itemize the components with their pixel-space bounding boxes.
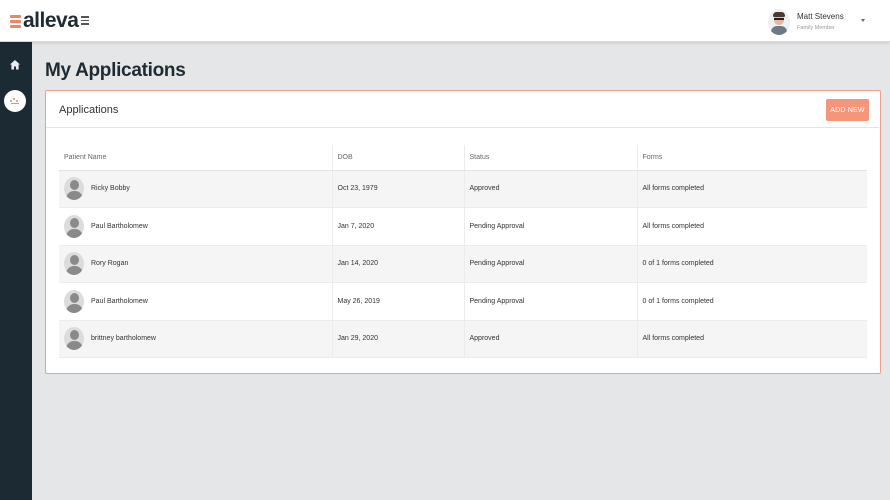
applications-nav-button[interactable] (4, 90, 26, 112)
column-header-status[interactable]: Status (463, 145, 637, 171)
application-status: Pending Approval (463, 207, 637, 246)
patient-dob: Oct 23, 1979 (331, 170, 464, 208)
user-info: Matt Stevens Family Member (797, 12, 844, 32)
application-status: Pending Approval (463, 245, 637, 283)
table-row[interactable]: Ricky Bobby Oct 23, 1979 Approved All fo… (59, 170, 867, 208)
table-row[interactable]: Rory Rogan Jan 14, 2020 Pending Approval… (59, 245, 867, 283)
forms-status[interactable]: All forms completed (636, 207, 867, 246)
home-icon[interactable] (9, 59, 21, 71)
patient-dob: Jan 7, 2020 (331, 207, 464, 246)
alleva-logo[interactable]: alleva (10, 9, 79, 33)
patient-dob: Jan 14, 2020 (331, 245, 464, 283)
application-status: Approved (463, 320, 637, 358)
applications-icon (10, 97, 20, 105)
forms-status[interactable]: 0 of 1 forms completed (636, 282, 867, 321)
person-silhouette-icon (64, 177, 84, 201)
application-status: Approved (463, 170, 637, 208)
patient-dob: May 26, 2019 (331, 282, 464, 321)
logo-text: alleva (23, 9, 79, 32)
person-silhouette-icon (64, 252, 84, 276)
user-name: Matt Stevens (797, 12, 844, 21)
patient-name[interactable]: Paul Bartholomew (91, 223, 148, 230)
patient-name[interactable]: Paul Bartholomew (91, 298, 148, 305)
sidebar (0, 42, 32, 500)
chevron-down-icon[interactable] (861, 19, 865, 22)
person-silhouette-icon (64, 289, 84, 313)
patient-name[interactable]: Ricky Bobby (91, 185, 130, 192)
forms-status[interactable]: All forms completed (636, 320, 867, 358)
user-role: Family Member (797, 25, 835, 31)
column-header-patient-name[interactable]: Patient Name (59, 145, 332, 171)
column-header-forms[interactable]: Forms (636, 145, 867, 171)
panel-header: Applications ADD NEW (46, 91, 879, 128)
forms-status[interactable]: All forms completed (636, 170, 867, 208)
table-header-row: Patient Name DOB Status Forms (59, 145, 867, 171)
add-new-button[interactable]: ADD NEW (826, 99, 869, 121)
person-silhouette-icon (64, 327, 84, 351)
table-row[interactable]: brittney bartholomew Jan 29, 2020 Approv… (59, 320, 867, 358)
applications-table: Patient Name DOB Status Forms Ricky Bobb… (59, 145, 867, 358)
person-silhouette-icon (64, 214, 84, 238)
hamburger-icon[interactable] (81, 16, 89, 25)
user-avatar (768, 9, 790, 35)
application-status: Pending Approval (463, 282, 637, 321)
logo-mark-icon (10, 14, 21, 28)
user-menu[interactable]: Matt Stevens Family Member (768, 8, 844, 36)
page-title: My Applications (45, 60, 186, 81)
column-header-dob[interactable]: DOB (331, 145, 464, 171)
panel-title: Applications (59, 104, 119, 116)
applications-panel: Applications ADD NEW Patient Name DOB St… (45, 90, 881, 374)
top-bar: alleva Matt Stevens Family Member (0, 0, 890, 42)
patient-name[interactable]: Rory Rogan (91, 260, 128, 267)
patient-name[interactable]: brittney bartholomew (91, 335, 156, 342)
table-row[interactable]: Paul Bartholomew Jan 7, 2020 Pending App… (59, 207, 867, 246)
forms-status[interactable]: 0 of 1 forms completed (636, 245, 867, 283)
patient-dob: Jan 29, 2020 (331, 320, 464, 358)
table-row[interactable]: Paul Bartholomew May 26, 2019 Pending Ap… (59, 282, 867, 321)
